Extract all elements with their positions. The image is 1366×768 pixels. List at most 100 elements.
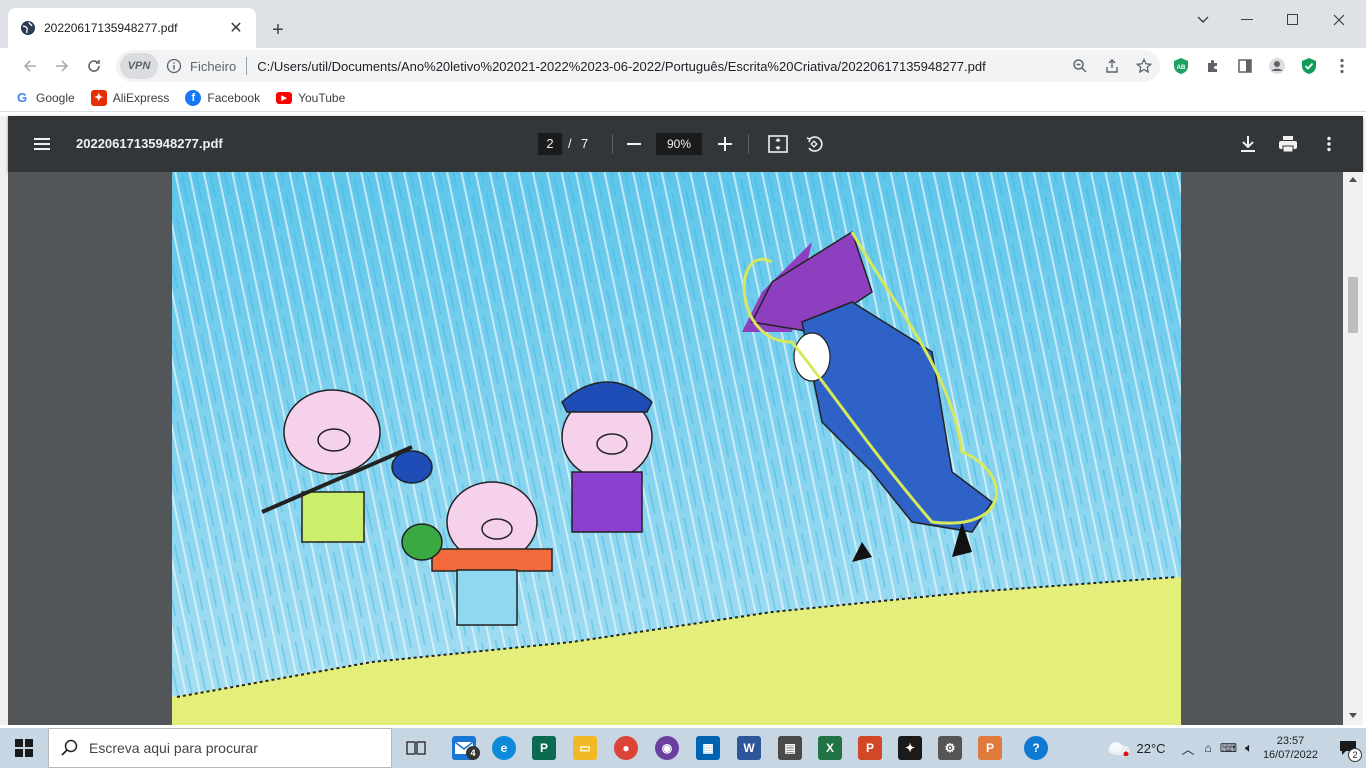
toolbar-divider <box>748 134 749 154</box>
bookmark-aliexpress[interactable]: ✦ AliExpress <box>90 89 170 106</box>
task-view-icon[interactable] <box>404 736 428 760</box>
scheme-label: Ficheiro <box>190 58 237 74</box>
vertical-scrollbar[interactable] <box>1343 172 1363 725</box>
powerpoint-icon[interactable]: P <box>858 736 882 760</box>
vpn-badge[interactable]: VPN <box>120 53 158 79</box>
pdf-page <box>172 172 1181 725</box>
pdf-file-name: 20220617135948277.pdf <box>76 136 223 151</box>
tab-active[interactable]: 20220617135948277.pdf ✕ <box>8 8 256 48</box>
search-icon <box>61 739 78 756</box>
store-icon[interactable]: ▦ <box>696 736 720 760</box>
rotate-icon[interactable] <box>802 132 826 156</box>
notifications-button[interactable]: 2 <box>1330 728 1366 768</box>
settings-gear-icon[interactable]: ⚙ <box>938 736 962 760</box>
url-text[interactable]: C:/Users/util/Documents/Ano%20letivo%202… <box>257 59 1064 74</box>
print-icon[interactable] <box>1276 132 1300 156</box>
bookmark-label: YouTube <box>298 90 346 105</box>
help-icon[interactable]: ? <box>1024 736 1048 760</box>
dropbox-icon[interactable]: ✦ <box>898 736 922 760</box>
toolbar-divider <box>612 134 613 154</box>
clock[interactable]: 23:57 16/07/2022 <box>1263 734 1318 762</box>
excel-icon[interactable]: X <box>818 736 842 760</box>
browser-toolbar: VPN Ficheiro C:/Users/util/Documents/Ano… <box>0 48 1366 84</box>
bookmark-label: Facebook <box>207 90 261 105</box>
page-number-input[interactable]: 2 <box>538 133 562 155</box>
file-explorer-icon[interactable]: ▭ <box>573 736 597 760</box>
network-icon[interactable]: ⌂ <box>1205 741 1212 755</box>
profile-avatar-icon[interactable] <box>1267 56 1287 76</box>
window-edge <box>0 116 8 725</box>
pdf-viewer[interactable] <box>8 172 1343 725</box>
volume-icon[interactable]: 🔈︎ <box>1245 740 1253 756</box>
address-separator <box>246 57 248 75</box>
adblock-extension-icon[interactable]: AB <box>1171 56 1191 76</box>
browser-menu-icon[interactable] <box>1332 56 1352 76</box>
windows-logo-icon <box>15 739 33 757</box>
share-icon[interactable] <box>1096 50 1128 82</box>
mail-app-icon[interactable]: 4 <box>452 736 480 760</box>
bookmark-label: AliExpress <box>112 90 170 105</box>
zoom-icon[interactable] <box>1064 50 1096 82</box>
bookmarks-bar: G Google ✦ AliExpress f Facebook ▶ YouTu… <box>0 84 1366 112</box>
tab-close-icon[interactable]: ✕ <box>226 18 246 38</box>
extensions-puzzle-icon[interactable] <box>1203 56 1223 76</box>
word-icon[interactable]: W <box>737 736 761 760</box>
zoom-level-input[interactable]: 90% <box>656 133 702 155</box>
reload-button[interactable] <box>78 50 110 82</box>
bookmark-star-icon[interactable] <box>1128 50 1160 82</box>
minimize-button[interactable] <box>1224 6 1270 34</box>
publisher-icon[interactable]: P <box>532 736 556 760</box>
zoom-out-icon[interactable] <box>622 132 646 156</box>
taskbar-search-box[interactable]: Escreva aqui para procurar <box>48 728 392 768</box>
new-tab-button[interactable]: + <box>266 18 290 42</box>
fit-to-page-icon[interactable] <box>766 132 790 156</box>
bookmark-google[interactable]: G Google <box>14 89 75 106</box>
more-options-icon[interactable] <box>1317 132 1341 156</box>
temperature-text[interactable]: 22°C <box>1136 741 1165 756</box>
address-bar[interactable]: VPN Ficheiro C:/Users/util/Documents/Ano… <box>116 50 1160 82</box>
calculator-icon[interactable]: ▤ <box>778 736 802 760</box>
pdf-toolbar: 20220617135948277.pdf 2 / 7 90% <box>8 116 1363 172</box>
scrollbar-thumb[interactable] <box>1348 277 1358 333</box>
bookmark-label: Google <box>36 90 75 105</box>
chevron-up-icon[interactable]: ︿ <box>1182 739 1195 758</box>
vpn-app-icon[interactable]: ◉ <box>655 736 679 760</box>
powerpoint-document-icon[interactable]: P <box>978 736 1002 760</box>
edge-browser-icon[interactable]: e <box>492 736 516 760</box>
tab-title: 20220617135948277.pdf <box>44 21 178 35</box>
bookmark-facebook[interactable]: f Facebook <box>185 89 261 106</box>
zoom-in-icon[interactable] <box>713 132 737 156</box>
close-window-button[interactable] <box>1316 6 1362 34</box>
keyboard-icon[interactable]: ⌨ <box>1220 741 1237 755</box>
tab-strip: 20220617135948277.pdf ✕ + <box>0 0 1366 48</box>
svg-text:AB: AB <box>1177 65 1186 71</box>
crayon-drawing-illustration <box>172 172 1181 725</box>
clock-time: 23:57 <box>1276 735 1305 747</box>
clock-date: 16/07/2022 <box>1262 749 1318 761</box>
side-panel-icon[interactable] <box>1235 56 1255 76</box>
hamburger-menu-icon[interactable] <box>32 134 52 154</box>
globe-icon <box>21 21 35 35</box>
google-icon: G <box>14 89 30 106</box>
page-separator: / <box>568 136 572 151</box>
facebook-icon: f <box>185 89 202 106</box>
chrome-icon[interactable]: ● <box>614 736 638 760</box>
info-icon[interactable] <box>166 58 182 74</box>
forward-button[interactable] <box>46 50 78 82</box>
shield-check-icon[interactable] <box>1299 56 1319 76</box>
start-button[interactable] <box>0 728 48 768</box>
maximize-button[interactable] <box>1270 6 1316 34</box>
back-button[interactable] <box>14 50 46 82</box>
youtube-icon: ▶ <box>276 91 293 104</box>
scroll-down-icon[interactable] <box>1349 713 1357 719</box>
download-icon[interactable] <box>1236 132 1260 156</box>
search-placeholder: Escreva aqui para procurar <box>89 740 258 756</box>
system-tray: 22°C ︿ ⌂ ⌨ 🔈︎ 23:57 16/07/2022 2 <box>1106 728 1366 768</box>
aliexpress-icon: ✦ <box>90 89 107 106</box>
bookmark-youtube[interactable]: ▶ YouTube <box>276 91 345 105</box>
weather-cloud-icon[interactable] <box>1106 740 1132 756</box>
notification-badge: 2 <box>1348 748 1362 762</box>
scroll-up-icon[interactable] <box>1349 176 1357 182</box>
tab-search-icon[interactable] <box>1180 6 1226 34</box>
mail-badge: 4 <box>466 746 480 760</box>
